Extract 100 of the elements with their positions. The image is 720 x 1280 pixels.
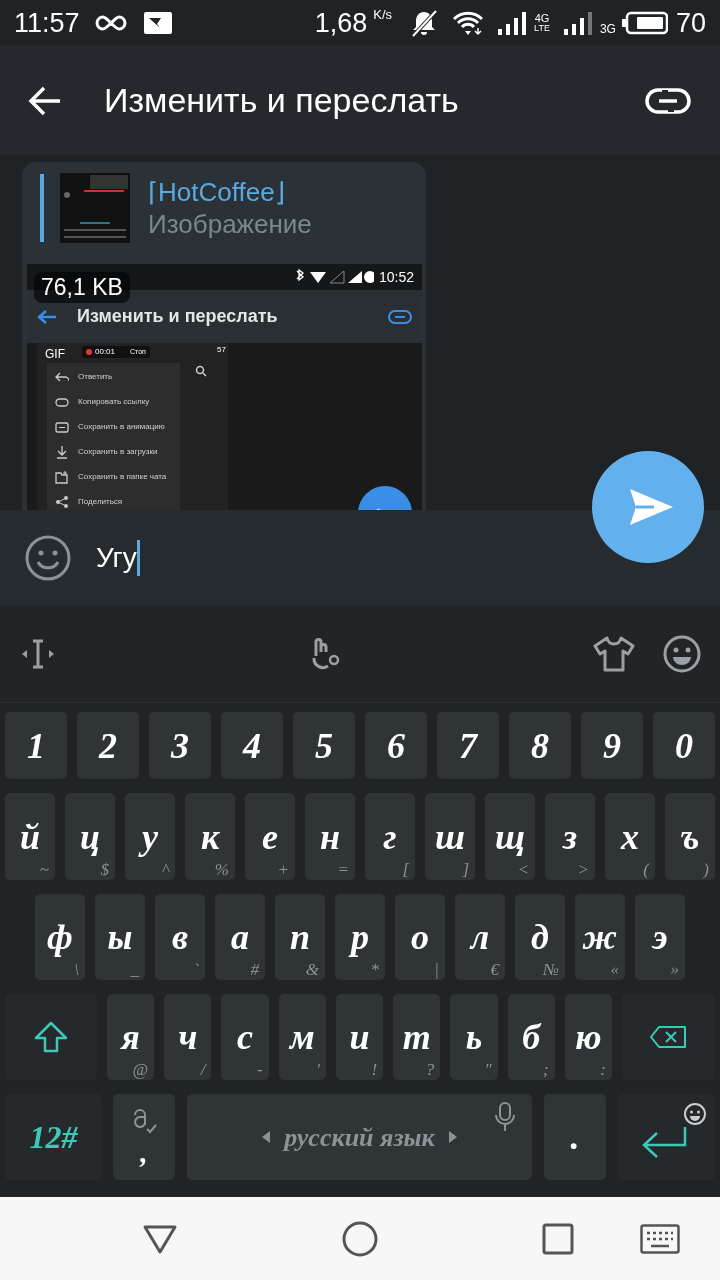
backspace-key[interactable] [621, 994, 715, 1080]
space-key[interactable]: русский язык [187, 1094, 532, 1180]
back-arrow-icon [28, 85, 62, 116]
key-hint: / [200, 1061, 206, 1078]
send-button-icon [357, 485, 413, 510]
period-key[interactable]: . [544, 1094, 606, 1180]
key[interactable]: 5 [293, 712, 355, 779]
enter-key[interactable] [617, 1094, 715, 1180]
caret-left-icon [262, 1131, 271, 1143]
network-type: 3G [599, 21, 616, 38]
link-icon [645, 86, 691, 115]
smiley-icon [683, 1102, 707, 1126]
key[interactable]: 8 [509, 712, 571, 779]
key[interactable]: ч / [164, 994, 212, 1080]
key-hint: ~ [39, 861, 49, 878]
menu-item[interactable]: Сохранить в загрузки [47, 439, 180, 464]
menu-item[interactable]: Сохранить в папке чата [47, 464, 180, 489]
key-hint: [ [402, 861, 409, 878]
key-hint: ″ [484, 1061, 492, 1078]
key[interactable]: ц $ [65, 793, 115, 880]
smiley-icon [24, 533, 72, 582]
key[interactable]: д № [515, 894, 565, 980]
signal-icon [498, 11, 529, 35]
key[interactable]: 7 [437, 712, 499, 779]
symbols-key[interactable]: 12# [5, 1094, 102, 1180]
key[interactable]: п & [275, 894, 325, 980]
key[interactable]: ы _ [95, 894, 145, 980]
keyboard-icon [640, 1223, 680, 1254]
key[interactable]: а # [215, 894, 265, 980]
screenshot-thumbnail [60, 173, 130, 243]
key-hint: > [577, 861, 589, 878]
battery-percent: 70 [675, 9, 706, 37]
key[interactable]: г [ [365, 793, 415, 880]
key[interactable]: ш ] [425, 793, 475, 880]
shift-arrow-icon [34, 1021, 68, 1053]
key[interactable]: 4 [221, 712, 283, 779]
network-type: LTE [534, 24, 550, 33]
key[interactable]: р * [335, 894, 385, 980]
key[interactable]: т ? [393, 994, 441, 1080]
key-hint: № [542, 961, 559, 978]
key[interactable]: я @ [107, 994, 155, 1080]
battery-icon [621, 11, 668, 35]
key-hint: ′ [316, 1061, 320, 1078]
key[interactable]: б ; [507, 994, 555, 1080]
gif-label: GIF [45, 348, 65, 360]
key[interactable]: о | [395, 894, 445, 980]
send-icon [628, 487, 674, 527]
key[interactable]: ф \ [35, 894, 85, 980]
key[interactable]: к % [185, 793, 235, 880]
comma-key[interactable]: , [113, 1094, 175, 1180]
key[interactable]: 0 [653, 712, 715, 779]
key-hint: \ [74, 961, 79, 978]
screen-title: Изменить и переслать [104, 80, 460, 121]
clock: 10:52 [378, 267, 414, 287]
key[interactable]: н = [305, 793, 355, 880]
key[interactable]: с - [221, 994, 269, 1080]
key[interactable]: 9 [581, 712, 643, 779]
key[interactable]: в ` [155, 894, 205, 980]
key-hint: » [670, 961, 679, 978]
key-hint: | [434, 961, 439, 978]
network-speed: 1,68 [314, 9, 368, 37]
clock: 11:57 [14, 9, 80, 37]
smiley-icon [662, 633, 702, 674]
menu-item[interactable]: Копировать ссылку [47, 389, 180, 414]
key[interactable]: у ^ [125, 793, 175, 880]
key-hint: € [490, 961, 499, 978]
menu-item[interactable]: Сохранить в анимацию [47, 414, 180, 439]
signal-icon [563, 11, 594, 35]
key[interactable]: з > [545, 793, 595, 880]
key[interactable]: 3 [149, 712, 211, 779]
key-hint: % [214, 861, 229, 878]
key[interactable]: щ < [485, 793, 535, 880]
key[interactable]: й ~ [5, 793, 55, 880]
screen-title: Изменить и переслать [77, 305, 279, 328]
key-hint: $ [100, 861, 109, 878]
file-size-badge: 76,1 KB [34, 272, 130, 303]
download-icon [55, 444, 69, 459]
key[interactable]: м ′ [278, 994, 326, 1080]
key[interactable]: ъ ) [665, 793, 715, 880]
network-type: 4G [534, 13, 550, 24]
key[interactable]: е + [245, 793, 295, 880]
key[interactable]: х ( [605, 793, 655, 880]
key-hint: = [337, 861, 349, 878]
key[interactable]: и ! [335, 994, 384, 1080]
key[interactable]: ж « [575, 894, 625, 980]
key-hint: @ [132, 1061, 149, 1078]
key-hint: : [600, 1061, 606, 1078]
key[interactable]: л € [455, 894, 505, 980]
key[interactable]: 1 [5, 712, 67, 779]
key[interactable]: э » [635, 894, 685, 980]
bell-muted-icon [410, 9, 439, 37]
shift-key[interactable] [5, 994, 97, 1080]
menu-item[interactable]: Поделиться [47, 489, 180, 510]
key[interactable]: 6 [365, 712, 427, 779]
text-cursor [136, 539, 140, 576]
key[interactable]: ь ″ [450, 994, 498, 1080]
key[interactable]: ю : [564, 994, 612, 1080]
search-icon [195, 365, 207, 377]
menu-item[interactable]: Ответить [47, 364, 180, 389]
key[interactable]: 2 [77, 712, 139, 779]
